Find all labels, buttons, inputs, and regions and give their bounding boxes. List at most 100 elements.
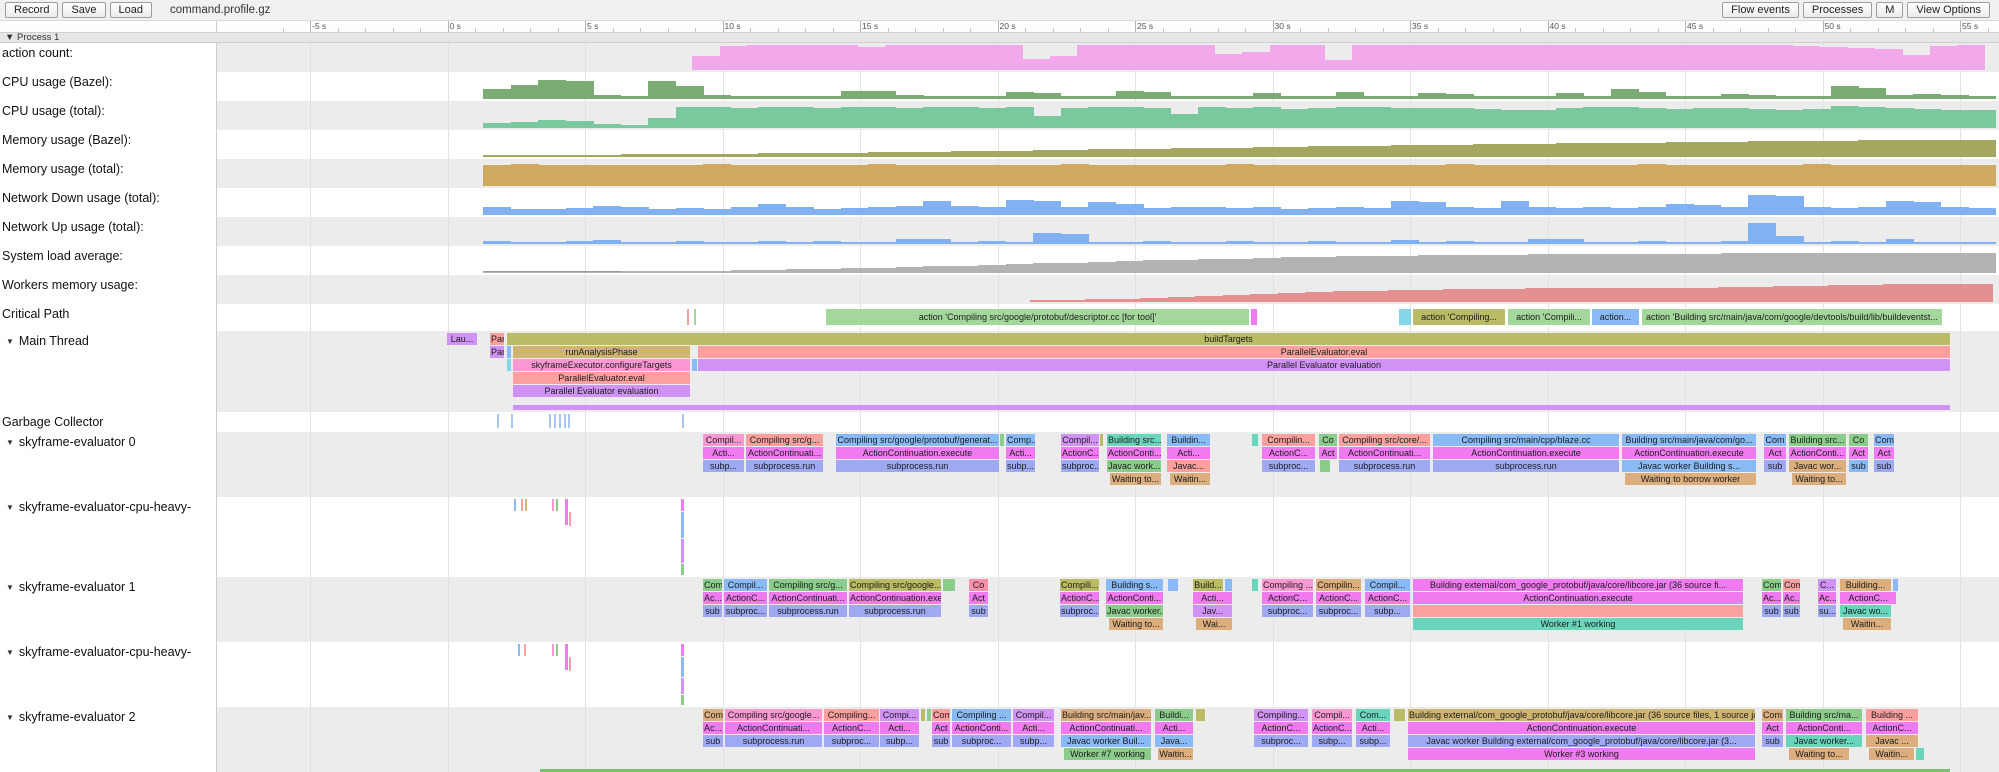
cpu-bazel-bar[interactable] [1253, 93, 1281, 99]
mem-total-bar[interactable] [1803, 164, 1831, 186]
event-bar[interactable]: Compiling src/google... [849, 579, 941, 591]
mem-bazel-bar[interactable] [703, 154, 731, 157]
mem-total-bar[interactable] [1638, 164, 1666, 186]
event-bar[interactable]: ParallelEvaluator.eval [698, 346, 1950, 358]
net-down-bar[interactable] [1006, 200, 1034, 215]
event-bar[interactable]: Compiling ... [952, 709, 1011, 721]
event-bar[interactable]: ActionContinuati... [1339, 447, 1430, 459]
track-label-cpu-bazel[interactable]: CPU usage (Bazel): [2, 75, 112, 89]
cpu-total-bar[interactable] [648, 118, 676, 128]
event-bar[interactable]: Building src/ma... [1786, 709, 1862, 721]
cpu-bazel-bar[interactable] [1308, 96, 1336, 99]
action-count-bar[interactable] [1077, 45, 1105, 70]
mem-total-bar[interactable] [841, 165, 869, 186]
net-up-bar[interactable] [1391, 240, 1419, 244]
cpu-total-bar[interactable] [483, 123, 511, 128]
sysload-bar[interactable] [1693, 254, 1721, 273]
sysload-bar[interactable] [1198, 259, 1226, 273]
event-bar[interactable]: ActionC... [1060, 592, 1099, 604]
cpu-total-bar[interactable] [1693, 108, 1721, 128]
event-bar[interactable] [569, 512, 571, 526]
action-count-bar[interactable] [692, 56, 720, 70]
workers-mem-bar[interactable] [1305, 292, 1333, 302]
cpu-total-bar[interactable] [538, 120, 566, 128]
cpu-bazel-bar[interactable] [1446, 94, 1474, 99]
event-bar[interactable]: Javac worker Building external/com_googl… [1408, 735, 1755, 747]
track-label-net-down[interactable]: Network Down usage (total): [2, 191, 160, 205]
event-bar[interactable]: Ac... [1762, 592, 1781, 604]
cpu-total-bar[interactable] [1171, 114, 1199, 128]
event-bar[interactable]: ParallelEvaluator.eval [513, 372, 690, 384]
workers-mem-bar[interactable] [1223, 295, 1251, 302]
flow-events-button[interactable]: Flow events [1722, 2, 1799, 18]
collapse-arrow-icon[interactable]: ▼ [6, 337, 14, 346]
event-bar[interactable]: sub [1762, 605, 1781, 617]
action-count-bar[interactable] [1352, 45, 1380, 70]
event-bar[interactable]: sub [703, 605, 722, 617]
event-bar[interactable]: ActionContinuation.execute [836, 447, 999, 459]
cpu-bazel-bar[interactable] [896, 95, 924, 99]
mem-total-bar[interactable] [593, 165, 621, 186]
event-bar[interactable]: sub [703, 735, 723, 747]
mem-bazel-bar[interactable] [1611, 143, 1639, 157]
action-count-bar[interactable] [1380, 45, 1408, 70]
event-bar[interactable]: ActionC... [1254, 722, 1308, 734]
event-bar[interactable] [1000, 434, 1004, 446]
event-bar[interactable]: Ac... [1783, 592, 1800, 604]
mem-bazel-bar[interactable] [951, 151, 979, 157]
cpu-total-bar[interactable] [1226, 108, 1254, 128]
net-up-bar[interactable] [1913, 242, 1941, 244]
sysload-bar[interactable] [1336, 256, 1364, 273]
sysload-bar[interactable] [1858, 253, 1886, 273]
cpu-bazel-bar[interactable] [1006, 92, 1034, 99]
mem-bazel-bar[interactable] [1418, 145, 1446, 157]
event-bar[interactable] [681, 644, 684, 656]
event-bar[interactable] [682, 414, 684, 428]
collapse-arrow-icon[interactable]: ▼ [6, 503, 14, 512]
net-up-bar[interactable] [1116, 242, 1144, 244]
cpu-bazel-bar[interactable] [1611, 89, 1639, 99]
mem-bazel-bar[interactable] [978, 151, 1006, 157]
mem-total-bar[interactable] [1171, 165, 1199, 186]
net-down-bar[interactable] [1088, 202, 1116, 215]
event-bar[interactable]: subp... [1013, 735, 1054, 747]
cpu-bazel-bar[interactable] [1198, 96, 1226, 99]
cpu-bazel-bar[interactable] [868, 91, 896, 99]
net-up-bar[interactable] [1501, 242, 1529, 244]
mem-bazel-bar[interactable] [1501, 144, 1529, 157]
action-count-bar[interactable] [747, 45, 775, 70]
sysload-bar[interactable] [1501, 255, 1529, 273]
net-up-bar[interactable] [786, 242, 814, 244]
cpu-bazel-bar[interactable] [1968, 96, 1996, 99]
mem-bazel-bar[interactable] [1006, 151, 1034, 157]
event-bar[interactable]: Compilin... [1262, 434, 1315, 446]
sysload-bar[interactable] [1006, 264, 1034, 273]
net-up-bar[interactable] [1693, 242, 1721, 244]
event-bar[interactable]: Com [1762, 579, 1781, 591]
sysload-bar[interactable] [1143, 260, 1171, 273]
net-up-bar[interactable] [1418, 242, 1446, 244]
mem-bazel-bar[interactable] [1061, 150, 1089, 157]
mem-total-bar[interactable] [1858, 165, 1886, 186]
action-count-bar[interactable] [1462, 45, 1490, 70]
event-bar[interactable]: ActionC... [1866, 722, 1918, 734]
cpu-total-bar[interactable] [1418, 108, 1446, 128]
net-down-bar[interactable] [1363, 208, 1391, 215]
event-bar[interactable]: ActionConti... [1786, 722, 1862, 734]
cpu-bazel-bar[interactable] [1941, 95, 1969, 99]
sysload-bar[interactable] [511, 272, 539, 273]
mem-bazel-bar[interactable] [1831, 141, 1859, 157]
event-bar[interactable]: Ac... [703, 592, 722, 604]
action-count-bar[interactable] [775, 45, 803, 70]
sysload-bar[interactable] [1666, 254, 1694, 273]
workers-mem-bar[interactable] [1525, 288, 1553, 302]
cpu-bazel-bar[interactable] [1336, 92, 1364, 99]
mem-bazel-bar[interactable] [813, 153, 841, 157]
event-bar[interactable] [681, 564, 684, 575]
mem-total-bar[interactable] [1776, 165, 1804, 186]
event-bar[interactable]: subproc... [1061, 460, 1099, 472]
mem-bazel-bar[interactable] [1033, 150, 1061, 157]
workers-mem-bar[interactable] [1085, 299, 1113, 302]
event-bar[interactable]: ActionC... [1840, 592, 1896, 604]
event-bar[interactable]: Compilin... [1316, 579, 1361, 591]
